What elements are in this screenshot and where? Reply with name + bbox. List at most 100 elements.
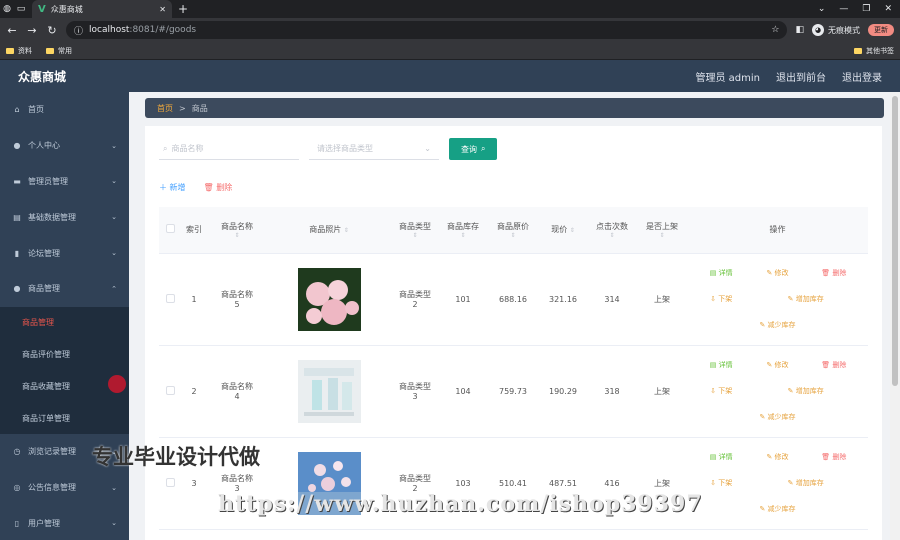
bookmark-star-icon[interactable]: ☆ bbox=[771, 25, 779, 35]
add-button[interactable]: ＋ 新增 bbox=[159, 182, 186, 193]
chevron-down-icon[interactable]: ⌄ bbox=[818, 4, 826, 14]
bookmark-folder[interactable]: 资料 bbox=[6, 46, 32, 56]
new-tab-button[interactable]: + bbox=[178, 2, 188, 16]
sort-icon[interactable]: ⇕ bbox=[393, 232, 437, 239]
product-photo[interactable] bbox=[297, 451, 361, 515]
off-shelf-button[interactable]: ⇩ 下架 bbox=[693, 294, 749, 304]
restore-icon[interactable]: ❐ bbox=[862, 4, 870, 14]
add-stock-button[interactable]: ✎ 增加库存 bbox=[749, 478, 862, 488]
trash-icon: 🗑 bbox=[203, 183, 214, 192]
col-price[interactable]: 现价 ⇕ bbox=[539, 207, 587, 254]
chevron-icon: ⌄ bbox=[111, 177, 117, 186]
reduce-stock-button[interactable]: ✎ 减少库存 bbox=[749, 320, 805, 330]
window-controls: ⌄ — ❐ ✕ bbox=[818, 4, 900, 14]
row-checkbox[interactable] bbox=[165, 385, 175, 395]
batch-delete-button[interactable]: 🗑 删除 bbox=[204, 182, 233, 193]
sidebar-subitem[interactable]: 商品订单管理 bbox=[0, 402, 129, 434]
url-field[interactable]: ⓘ localhost:8081/#/goods ☆ bbox=[66, 21, 788, 39]
edit-button[interactable]: ✎ 修改 bbox=[749, 360, 805, 370]
delete-button[interactable]: 🗑 删除 bbox=[806, 452, 862, 462]
sidebar-subitem[interactable]: 商品管理 bbox=[0, 306, 129, 339]
current-user: 管理员 admin bbox=[695, 72, 760, 84]
back-icon[interactable]: ← bbox=[6, 24, 18, 37]
breadcrumb-home[interactable]: 首页 bbox=[157, 103, 173, 114]
delete-button[interactable]: 🗑 删除 bbox=[806, 268, 862, 278]
sidebar-item[interactable]: ● 商品管理 ⌃ bbox=[0, 271, 129, 307]
edit-icon: ✎ bbox=[787, 295, 794, 303]
action-bar: ＋ 新增 🗑 删除 bbox=[159, 182, 868, 193]
incognito-indicator[interactable]: ◕ 无痕模式 bbox=[812, 24, 860, 36]
info-icon[interactable]: ⓘ bbox=[74, 24, 83, 37]
detail-button[interactable]: ▤ 详情 bbox=[693, 268, 749, 278]
delete-button[interactable]: 🗑 删除 bbox=[806, 360, 862, 370]
reduce-stock-button[interactable]: ✎ 减少库存 bbox=[749, 412, 805, 422]
row-checkbox[interactable] bbox=[165, 293, 175, 303]
chevron-icon: ⌄ bbox=[111, 213, 117, 222]
sidebar-item[interactable]: ▬ 管理员管理 ⌄ bbox=[0, 164, 129, 200]
product-photo[interactable] bbox=[297, 359, 361, 423]
tab-close-icon[interactable]: ✕ bbox=[159, 5, 166, 14]
sort-icon[interactable]: ⇕ bbox=[209, 232, 265, 239]
sidebar-item[interactable]: ◎ 公告信息管理 ⌄ bbox=[0, 470, 129, 506]
incognito-icon: ◕ bbox=[812, 24, 824, 36]
query-button[interactable]: 查询 ⌕ bbox=[449, 138, 498, 160]
sidepanel-icon[interactable]: ◧ bbox=[795, 25, 804, 35]
col-type[interactable]: 商品类型 ⇕ bbox=[391, 207, 439, 254]
edit-button[interactable]: ✎ 修改 bbox=[749, 268, 805, 278]
to-front-link[interactable]: 退出到前台 bbox=[776, 69, 826, 84]
folder-icon bbox=[6, 47, 14, 54]
update-button[interactable]: 更新 bbox=[868, 24, 894, 36]
bookmark-folder[interactable]: 常用 bbox=[46, 46, 72, 56]
sort-icon[interactable]: ⇕ bbox=[570, 227, 575, 234]
sidebar-item[interactable]: ▤ 基础数据管理 ⌄ bbox=[0, 199, 129, 235]
sidebar-item-label: 首页 bbox=[28, 105, 44, 115]
sort-icon[interactable]: ⇕ bbox=[344, 227, 349, 234]
add-stock-button[interactable]: ✎ 增加库存 bbox=[749, 294, 862, 304]
col-photo[interactable]: 商品照片 ⇕ bbox=[267, 207, 391, 254]
url-host: localhost bbox=[89, 25, 130, 35]
sidebar-item[interactable]: ● 个人中心 ⌄ bbox=[0, 128, 129, 164]
minimize-icon[interactable]: — bbox=[839, 4, 848, 14]
off-shelf-button[interactable]: ⇩ 下架 bbox=[693, 478, 749, 488]
globe-icon[interactable]: ◍ bbox=[0, 2, 14, 16]
reduce-stock-button[interactable]: ✎ 减少库存 bbox=[749, 504, 805, 514]
off-shelf-button[interactable]: ⇩ 下架 bbox=[693, 386, 749, 396]
detail-button[interactable]: ▤ 详情 bbox=[693, 452, 749, 462]
reload-icon[interactable]: ↻ bbox=[46, 24, 58, 37]
query-label: 查询 bbox=[461, 144, 477, 154]
sidebar-item[interactable]: ◷ 浏览记录管理 ⌄ bbox=[0, 434, 129, 470]
select-all-checkbox[interactable] bbox=[165, 224, 175, 234]
download-icon: ⇩ bbox=[710, 387, 716, 395]
col-clicks[interactable]: 点击次数 ⇕ bbox=[587, 207, 637, 254]
sort-icon[interactable]: ⇕ bbox=[441, 232, 485, 239]
sort-icon[interactable]: ⇕ bbox=[639, 232, 685, 239]
goods-name-input[interactable]: ⌕ 商品名称 bbox=[159, 138, 299, 160]
col-name[interactable]: 商品名称 ⇕ bbox=[207, 207, 267, 254]
page-scrollbar[interactable] bbox=[890, 92, 900, 540]
row-checkbox[interactable] bbox=[165, 477, 175, 487]
col-shelf[interactable]: 是否上架 ⇕ bbox=[637, 207, 687, 254]
sidebar-item[interactable]: ▯ 用户管理 ⌄ bbox=[0, 506, 129, 540]
other-bookmarks[interactable]: 其他书签 bbox=[854, 46, 894, 56]
incognito-label: 无痕模式 bbox=[828, 25, 860, 35]
forward-icon[interactable]: → bbox=[26, 24, 38, 37]
sort-icon[interactable]: ⇕ bbox=[589, 232, 635, 239]
logout-link[interactable]: 退出登录 bbox=[842, 69, 882, 84]
col-stock[interactable]: 商品库存 ⇕ bbox=[439, 207, 487, 254]
sidebar-item[interactable]: ▮ 论坛管理 ⌄ bbox=[0, 235, 129, 271]
sidebar-item-label: 管理员管理 bbox=[28, 176, 68, 186]
browser-tab[interactable]: V 众惠商城 ✕ bbox=[32, 0, 172, 18]
edit-button[interactable]: ✎ 修改 bbox=[749, 452, 805, 462]
window-icon[interactable]: ▭ bbox=[14, 2, 28, 16]
col-orig-price[interactable]: 商品原价 ⇕ bbox=[487, 207, 539, 254]
sidebar-item[interactable]: ⌂ 首页 bbox=[0, 92, 129, 128]
sort-icon[interactable]: ⇕ bbox=[489, 232, 537, 239]
product-photo[interactable] bbox=[297, 267, 361, 331]
search-icon: ⌕ bbox=[163, 143, 168, 153]
close-window-icon[interactable]: ✕ bbox=[884, 4, 892, 14]
goods-type-select[interactable]: 请选择商品类型 ⌄ bbox=[309, 138, 439, 160]
add-stock-button[interactable]: ✎ 增加库存 bbox=[749, 386, 862, 396]
detail-button[interactable]: ▤ 详情 bbox=[693, 360, 749, 370]
sidebar-subitem[interactable]: 商品评价管理 bbox=[0, 338, 129, 371]
scrollbar-thumb[interactable] bbox=[892, 96, 898, 386]
